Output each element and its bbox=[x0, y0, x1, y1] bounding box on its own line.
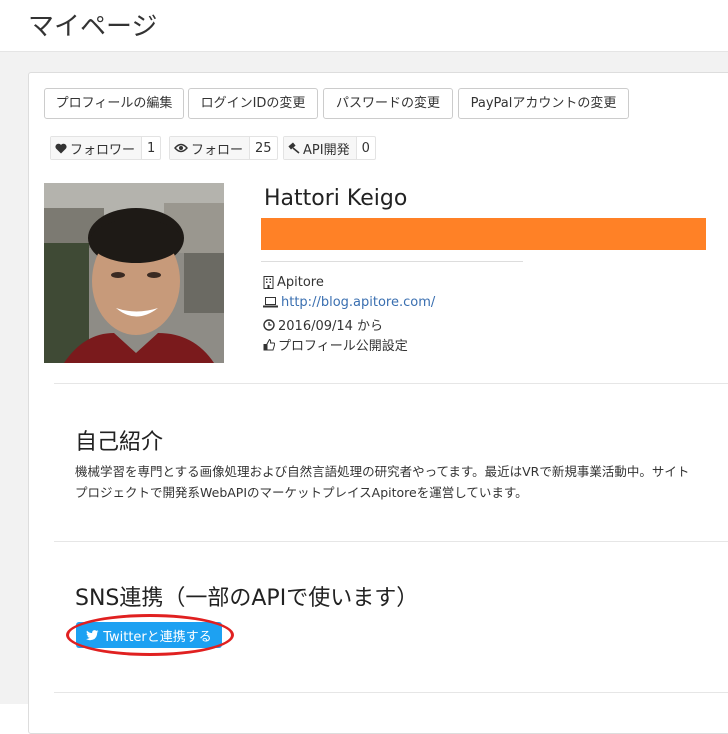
bio-text: 機械学習を専門とする画像処理および自然言語処理の研究者やってます。最近はVRで新… bbox=[75, 461, 728, 503]
bio-line: プロジェクトで開発系WebAPIのマーケットプレイスApitoreを運営していま… bbox=[75, 485, 528, 500]
following-label: フォロー bbox=[191, 142, 244, 158]
page-header: マイページ bbox=[0, 0, 728, 52]
bio-line: 機械学習を専門とする画像処理および自然言語処理の研究者やってます。最近はVRで新… bbox=[75, 464, 690, 479]
change-login-id-button[interactable]: ログインIDの変更 bbox=[188, 88, 318, 119]
change-password-button[interactable]: パスワードの変更 bbox=[323, 88, 453, 119]
gavel-icon bbox=[288, 142, 300, 154]
api-badge[interactable]: API開発 0 bbox=[283, 136, 376, 160]
clock-icon bbox=[263, 318, 275, 331]
divider bbox=[261, 261, 523, 262]
sns-heading: SNS連携（一部のAPIで使います） bbox=[75, 586, 419, 611]
heart-icon bbox=[55, 143, 67, 153]
following-count: 25 bbox=[255, 140, 272, 156]
profile-name: Hattori Keigo bbox=[264, 186, 408, 211]
following-badge[interactable]: フォロー 25 bbox=[169, 136, 278, 160]
section-divider bbox=[54, 692, 728, 693]
followers-badge[interactable]: フォロワー 1 bbox=[50, 136, 162, 160]
followers-label: フォロワー bbox=[70, 142, 136, 158]
twitter-button-label: Twitterと連携する bbox=[103, 629, 212, 645]
edit-profile-button[interactable]: プロフィールの編集 bbox=[44, 88, 184, 119]
profile-highlight-bar bbox=[261, 218, 706, 250]
section-divider bbox=[54, 541, 728, 542]
eye-icon bbox=[174, 143, 188, 153]
api-count: 0 bbox=[361, 140, 370, 156]
visibility-row: プロフィール公開設定 bbox=[263, 335, 408, 354]
since-row: 2016/09/14 から bbox=[263, 315, 383, 334]
laptop-icon bbox=[263, 297, 278, 308]
twitter-connect-button[interactable]: Twitterと連携する bbox=[76, 622, 222, 648]
website-link[interactable]: http://blog.apitore.com/ bbox=[281, 295, 435, 310]
company-row: Apitore bbox=[263, 275, 324, 290]
section-divider bbox=[54, 383, 728, 384]
avatar bbox=[44, 183, 224, 363]
bio-heading: 自己紹介 bbox=[75, 430, 164, 455]
twitter-bird-icon bbox=[86, 629, 99, 640]
page-title: マイページ bbox=[28, 12, 158, 42]
company-name: Apitore bbox=[277, 275, 324, 290]
thumbs-up-icon bbox=[263, 338, 275, 350]
member-since: 2016/09/14 から bbox=[278, 319, 384, 334]
change-paypal-button[interactable]: PayPalアカウントの変更 bbox=[458, 88, 629, 119]
api-label: API開発 bbox=[303, 142, 350, 158]
building-icon bbox=[263, 276, 274, 289]
visibility-setting[interactable]: プロフィール公開設定 bbox=[278, 335, 408, 354]
followers-count: 1 bbox=[147, 140, 156, 156]
website-row: http://blog.apitore.com/ bbox=[263, 295, 435, 310]
